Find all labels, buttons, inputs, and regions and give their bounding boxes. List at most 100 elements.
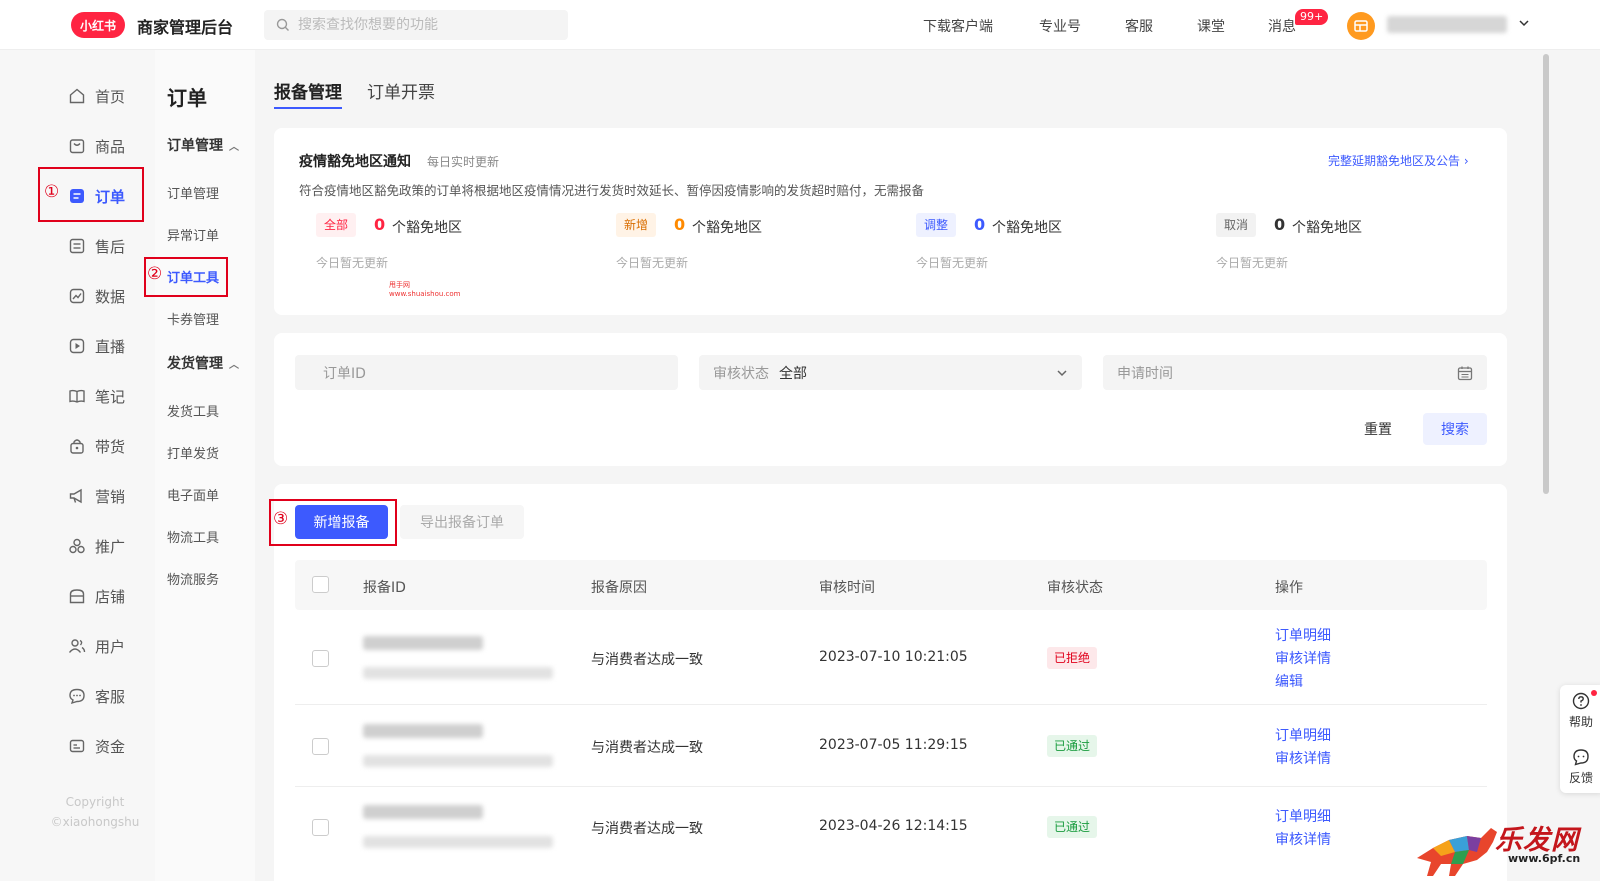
sidebar-item-promote[interactable]: 推广	[68, 534, 125, 558]
export-filing-orders-button[interactable]: 导出报备订单	[400, 505, 524, 539]
nav-pro-account[interactable]: 专业号	[1039, 16, 1081, 36]
notes-icon	[69, 389, 85, 403]
brand-logo[interactable]: 小红书	[71, 12, 125, 38]
sidebar-item-store[interactable]: 店铺	[68, 584, 125, 608]
scrollbar-thumb[interactable]	[1543, 54, 1549, 494]
sidebar-item-products[interactable]: 商品	[68, 134, 125, 158]
review-detail-link[interactable]: 审核详情	[1275, 748, 1331, 768]
users-icon	[68, 639, 86, 653]
sidebar-item-aftersale[interactable]: 售后	[68, 234, 125, 258]
subnav-group-order-management[interactable]: 订单管理 ︿	[167, 135, 239, 155]
stat-count-new: 0	[674, 215, 686, 234]
subnav-item-logistics-service[interactable]: 物流服务	[167, 569, 219, 588]
sidebar-item-label: 商品	[95, 137, 126, 156]
watermark-url: www.6pf.cn	[1508, 852, 1581, 865]
filing-id-blurred	[363, 636, 483, 650]
copyright-line-1: Copyright	[65, 795, 125, 809]
copyright: Copyright ©xiaohongshu	[50, 792, 140, 832]
stat-tag-all: 全部	[316, 213, 357, 237]
chevron-down-icon[interactable]	[1518, 17, 1530, 29]
sidebar-item-home[interactable]: 首页	[68, 84, 125, 108]
sidebar-item-users[interactable]: 用户	[68, 634, 125, 658]
column-review-status: 审核状态	[1047, 580, 1103, 596]
subnav-item-order-management[interactable]: 订单管理	[167, 183, 219, 202]
subnav-item-logistics-tools[interactable]: 物流工具	[167, 527, 219, 546]
order-detail-link[interactable]: 订单明细	[1275, 625, 1331, 645]
sidebar-item-label: 客服	[95, 687, 126, 706]
sidebar-item-funds[interactable]: 资金	[68, 734, 125, 758]
tab-filing-management[interactable]: 报备管理	[274, 78, 342, 103]
row-checkbox[interactable]	[312, 650, 329, 667]
stat-count-cancel: 0	[1274, 215, 1286, 234]
subnav-title: 订单	[167, 86, 207, 110]
subnav-group-shipping-management[interactable]: 发货管理 ︿	[167, 353, 239, 373]
chart-icon	[69, 288, 85, 304]
nav-customer-service[interactable]: 客服	[1125, 16, 1153, 36]
avatar[interactable]	[1347, 12, 1375, 40]
search-button[interactable]: 搜索	[1423, 413, 1487, 445]
review-detail-link[interactable]: 审核详情	[1275, 648, 1331, 668]
help-label: 帮助	[1568, 715, 1593, 729]
bag-icon	[69, 139, 85, 154]
aftersale-icon	[69, 238, 85, 254]
review-detail-link[interactable]: 审核详情	[1275, 829, 1331, 849]
row-checkbox[interactable]	[312, 819, 329, 836]
sidebar-item-live[interactable]: 直播	[68, 334, 125, 358]
stat-update-new: 今日暂无更新	[616, 256, 689, 270]
sidebar-item-label: 店铺	[95, 587, 126, 606]
sidebar-item-service[interactable]: 客服	[68, 684, 125, 708]
watermark-line-2: www.shuaishou.com	[389, 290, 461, 298]
annotation-number-1: ①	[44, 182, 60, 202]
stat-count-adjust: 0	[974, 215, 986, 234]
nav-classroom[interactable]: 课堂	[1197, 16, 1225, 36]
sidebar-item-label: 营销	[95, 487, 126, 506]
sidebar-item-label: 推广	[95, 537, 126, 556]
edit-link[interactable]: 编辑	[1275, 671, 1303, 691]
annotation-number-3: ③	[273, 509, 289, 529]
row-checkbox[interactable]	[312, 738, 329, 755]
status-badge: 已通过	[1047, 735, 1098, 757]
order-detail-link[interactable]: 订单明细	[1275, 806, 1331, 826]
review-status-select[interactable]: 审核状态 全部	[699, 355, 1082, 390]
sidebar-item-notes[interactable]: 笔记	[68, 384, 125, 408]
sidebar-item-selling[interactable]: 带货	[68, 434, 125, 458]
subnav-item-shipping-tools[interactable]: 发货工具	[167, 401, 219, 420]
subnav-item-order-tools[interactable]: 订单工具	[167, 267, 219, 286]
sidebar-item-data[interactable]: 数据	[68, 284, 125, 308]
wallet-icon	[69, 739, 85, 753]
stat-count-all: 0	[374, 215, 386, 234]
sidebar-item-marketing[interactable]: 营销	[68, 484, 125, 508]
review-status-value: 全部	[779, 365, 807, 382]
filing-sub-blurred	[363, 667, 553, 679]
chevron-up-icon: ︿	[229, 360, 239, 371]
subnav-item-voucher-management[interactable]: 卡券管理	[167, 309, 219, 328]
stat-update-adjust: 今日暂无更新	[916, 256, 989, 270]
chevron-down-icon	[1057, 369, 1067, 376]
order-id-field[interactable]: 订单ID	[295, 355, 678, 390]
feedback-button[interactable]: 反馈	[1560, 748, 1600, 786]
full-exemption-link[interactable]: 完整延期豁免地区及公告 ›	[1328, 152, 1469, 169]
nav-download-client[interactable]: 下载客户端	[923, 16, 993, 36]
column-actions: 操作	[1275, 580, 1303, 596]
secondary-sidebar	[155, 50, 255, 881]
subnav-item-e-waybill[interactable]: 电子面单	[167, 485, 219, 504]
filing-id-blurred	[363, 805, 483, 819]
order-detail-link[interactable]: 订单明细	[1275, 725, 1331, 745]
row-reason: 与消费者达成一致	[591, 821, 703, 837]
help-button[interactable]: 帮助	[1560, 692, 1600, 730]
apply-date-picker[interactable]: 申请时间	[1103, 355, 1487, 390]
nav-messages[interactable]: 消息	[1268, 16, 1296, 36]
subnav-item-abnormal-orders[interactable]: 异常订单	[167, 225, 219, 244]
add-filing-button[interactable]: 新增报备	[295, 505, 388, 539]
notice-title: 疫情豁免地区通知	[299, 154, 411, 170]
global-search[interactable]	[264, 10, 568, 40]
subnav-item-print-ship[interactable]: 打单发货	[167, 443, 219, 462]
select-all-checkbox[interactable]	[312, 576, 329, 593]
reset-button[interactable]: 重置	[1347, 413, 1409, 445]
stat-tag-cancel: 取消	[1216, 213, 1257, 237]
tab-order-invoice[interactable]: 订单开票	[367, 78, 435, 103]
store-icon	[69, 589, 85, 604]
account-name-blurred[interactable]	[1387, 16, 1507, 33]
search-input[interactable]	[298, 17, 558, 33]
sidebar-item-orders[interactable]: 订单	[68, 184, 125, 208]
